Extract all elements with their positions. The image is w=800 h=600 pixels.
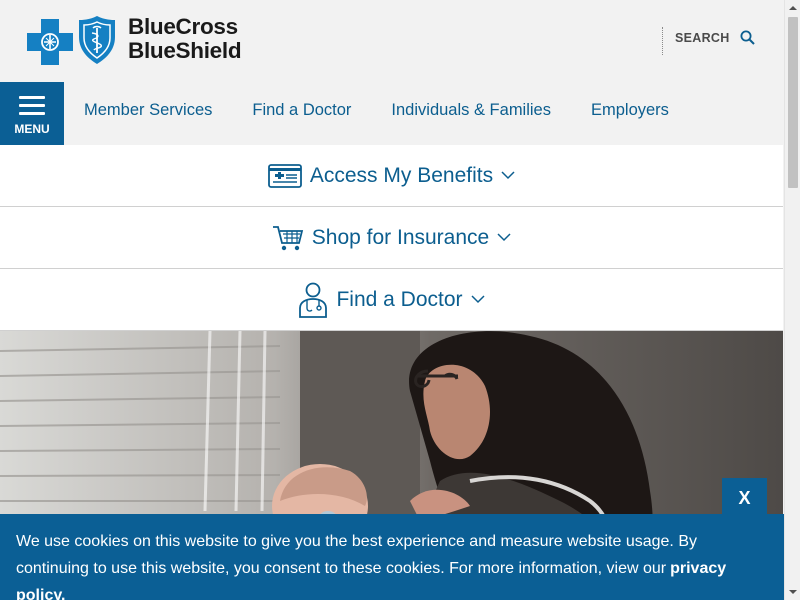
access-benefits-row[interactable]: Access My Benefits: [0, 145, 783, 207]
menu-button[interactable]: MENU: [0, 82, 64, 145]
cookie-message: We use cookies on this website to give y…: [16, 528, 756, 600]
menu-label: MENU: [14, 122, 50, 136]
nav-link-find-a-doctor[interactable]: Find a Doctor: [252, 101, 351, 120]
brand-line-2: BlueShield: [128, 38, 242, 63]
scrollbar-thumb[interactable]: [788, 17, 798, 188]
chevron-down-icon: [497, 233, 511, 242]
cookie-close-button[interactable]: X: [722, 478, 767, 518]
blue-shield-logo-icon: [79, 16, 115, 64]
blue-cross-logo-icon: [27, 19, 73, 65]
brand-wordmark: BlueCross BlueShield: [128, 14, 242, 63]
cookie-banner: We use cookies on this website to give y…: [0, 514, 784, 600]
nav-link-member-services[interactable]: Member Services: [84, 101, 212, 120]
chevron-down-icon: [501, 171, 515, 180]
doctor-icon: [299, 282, 328, 318]
brand-line-1: BlueCross: [128, 14, 238, 39]
bcbs-logo[interactable]: BlueCross BlueShield: [27, 15, 267, 67]
header-divider: [662, 27, 663, 55]
nav-link-individuals-families[interactable]: Individuals & Families: [391, 101, 551, 120]
search-button[interactable]: SEARCH: [675, 30, 755, 45]
page-scrollbar[interactable]: [784, 0, 800, 600]
nav-link-employers[interactable]: Employers: [591, 101, 669, 120]
main-nav: MENU Member Services Find a Doctor Indiv…: [0, 82, 784, 145]
site-header: BlueCross BlueShield SEARCH: [0, 0, 784, 82]
find-doctor-label: Find a Doctor: [336, 287, 463, 311]
shop-insurance-label: Shop for Insurance: [311, 225, 490, 249]
scroll-down-arrow-icon[interactable]: [785, 584, 800, 600]
shop-insurance-row[interactable]: Shop for Insurance: [0, 207, 783, 269]
access-benefits-label: Access My Benefits: [309, 163, 494, 187]
member-card-icon: [267, 163, 302, 188]
hamburger-icon: [19, 96, 45, 120]
shopping-cart-icon: [272, 225, 303, 250]
scroll-up-arrow-icon[interactable]: [785, 0, 800, 16]
chevron-down-icon: [471, 295, 485, 304]
find-doctor-row[interactable]: Find a Doctor: [0, 269, 783, 331]
search-icon: [740, 30, 755, 45]
cookie-text: We use cookies on this website to give y…: [16, 533, 697, 577]
search-label: SEARCH: [675, 30, 730, 45]
nav-links: Member Services Find a Doctor Individual…: [84, 101, 709, 120]
